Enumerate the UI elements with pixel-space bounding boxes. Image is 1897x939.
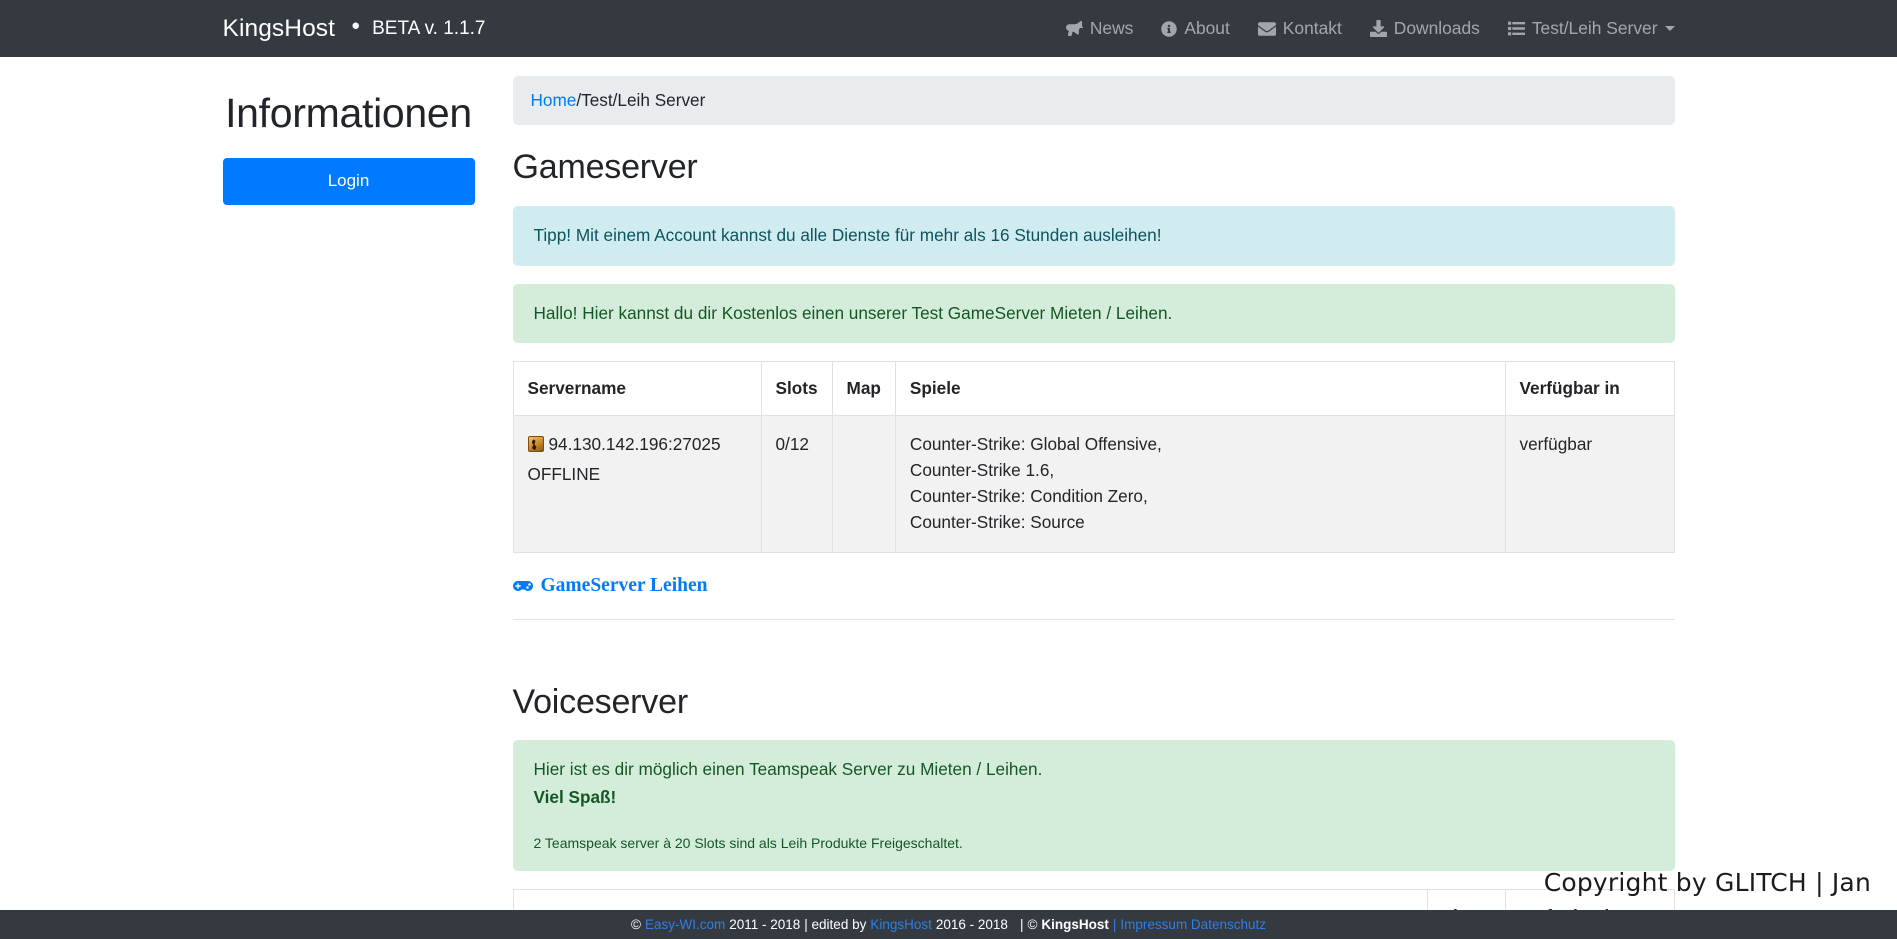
voiceserver-alert-line3: 2 Teamspeak server à 20 Slots sind als L… [534, 833, 1654, 854]
info-circle-icon [1161, 21, 1177, 37]
cell-spiele: Counter-Strike: Global Offensive, Counte… [895, 416, 1505, 552]
envelope-icon [1258, 20, 1276, 38]
voiceserver-alert: Hier ist es dir möglich einen Teamspeak … [513, 740, 1675, 871]
footer-copyright-symbol: © [631, 917, 641, 932]
cell-slots: 0/12 [761, 416, 832, 552]
gamepad-icon [513, 576, 533, 596]
footer-impressum-link[interactable]: Impressum Datenschutz [1120, 917, 1266, 932]
voiceserver-alert-line2: Viel Spaß! [534, 785, 1654, 811]
th-map: Map [832, 362, 895, 416]
section-spacer [513, 620, 1675, 682]
footer-pipe-2: | [1113, 917, 1117, 932]
chevron-down-icon [1665, 26, 1675, 31]
sidebar: Informationen Login [223, 76, 493, 205]
gameserver-rent-link-wrap: GameServer Leihen [513, 575, 1675, 620]
cell-map [832, 416, 895, 552]
page-footer: © Easy-WI.com 2011 - 2018 | edited by Ki… [0, 910, 1897, 939]
nav-item-kontakt[interactable]: Kontakt [1244, 20, 1356, 38]
th-verfuegbar: Verfügbar in [1505, 362, 1674, 416]
footer-pipe-1: | [1020, 917, 1024, 932]
brand-logo[interactable]: KingsHost [223, 15, 336, 43]
voiceserver-alert-line1: Hier ist es dir möglich einen Teamspeak … [534, 759, 1043, 779]
cell-verfuegbar: verfügbar [1505, 416, 1674, 552]
brand-separator-dot: ● [351, 17, 360, 34]
th-spiele: Spiele [895, 362, 1505, 416]
download-icon [1370, 20, 1387, 37]
login-button[interactable]: Login [223, 158, 475, 205]
page-container: Informationen Login Home/Test/Leih Serve… [223, 57, 1675, 939]
footer-easywi-link[interactable]: Easy-WI.com [645, 917, 725, 932]
list-icon [1508, 20, 1525, 37]
gameserver-hello-alert: Hallo! Hier kannst du dir Kostenlos eine… [513, 284, 1675, 344]
copyright-watermark: Copyright by GLITCH | Jan [1544, 868, 1871, 897]
server-status: OFFLINE [528, 462, 747, 488]
csgo-game-icon [528, 436, 544, 452]
th-slots: Slots [761, 362, 832, 416]
footer-years-1: 2011 - 2018 [729, 917, 800, 932]
spiele-line: Counter-Strike: Condition Zero, [910, 486, 1148, 506]
gameserver-rent-link-label: GameServer Leihen [541, 575, 708, 597]
gameserver-heading: Gameserver [513, 147, 1675, 188]
gameserver-table-header-row: Servername Slots Map Spiele Verfügbar in [513, 362, 1674, 416]
nav-item-downloads[interactable]: Downloads [1356, 20, 1494, 37]
spiele-line: Counter-Strike: Source [910, 512, 1085, 532]
nav-item-test-leih-server-label: Test/Leih Server [1532, 20, 1658, 37]
table-row: 94.130.142.196:27025 OFFLINE 0/12 Counte… [513, 416, 1674, 552]
footer-kingshost-strong: KingsHost [1041, 917, 1109, 932]
footer-edited-by-label: | edited by [804, 917, 866, 932]
nav-item-news[interactable]: News [1052, 20, 1148, 37]
nav-item-test-leih-server[interactable]: Test/Leih Server [1494, 20, 1675, 37]
navbar-inner: KingsHost ● BETA v. 1.1.7 News About [223, 0, 1675, 57]
server-address: 94.130.142.196:27025 [549, 434, 721, 454]
nav-item-news-label: News [1090, 20, 1134, 37]
footer-kingshost-link[interactable]: KingsHost [870, 917, 932, 932]
breadcrumb-current: /Test/Leih Server [576, 90, 705, 110]
navbar-links: News About Kontakt Downloads [1052, 20, 1675, 38]
spiele-line: Counter-Strike: Global Offensive, [910, 434, 1162, 454]
th-servername: Servername [513, 362, 761, 416]
breadcrumb: Home/Test/Leih Server [513, 76, 1675, 125]
nav-item-kontakt-label: Kontakt [1283, 20, 1342, 37]
gameserver-rent-link[interactable]: GameServer Leihen [513, 575, 708, 597]
brand-version-label: BETA v. 1.1.7 [372, 18, 485, 40]
top-navbar: KingsHost ● BETA v. 1.1.7 News About [0, 0, 1897, 57]
voiceserver-heading: Voiceserver [513, 682, 1675, 723]
nav-item-about-label: About [1184, 20, 1229, 37]
cell-servername: 94.130.142.196:27025 OFFLINE [513, 416, 761, 552]
spiele-line: Counter-Strike 1.6, [910, 460, 1054, 480]
gameserver-table: Servername Slots Map Spiele Verfügbar in… [513, 361, 1675, 552]
nav-item-downloads-label: Downloads [1394, 20, 1480, 37]
footer-copyright-symbol-2: © [1027, 917, 1037, 932]
page-title: Informationen [223, 89, 475, 138]
breadcrumb-home-link[interactable]: Home [531, 90, 577, 110]
footer-years-2: 2016 - 2018 [936, 917, 1008, 932]
gameserver-tip-alert: Tipp! Mit einem Account kannst du alle D… [513, 206, 1675, 266]
main-content: Home/Test/Leih Server Gameserver Tipp! M… [493, 76, 1675, 939]
bullhorn-icon [1066, 20, 1083, 37]
nav-item-about[interactable]: About [1147, 20, 1243, 37]
